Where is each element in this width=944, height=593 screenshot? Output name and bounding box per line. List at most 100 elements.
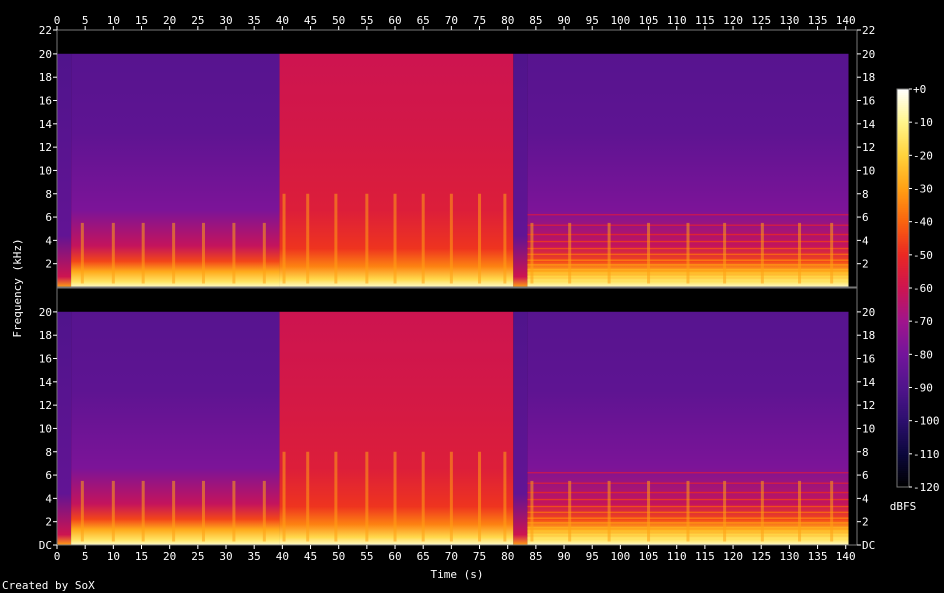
x-tick-bottom-label: 110	[667, 550, 687, 563]
y-tick-top-label-right: 20	[862, 48, 875, 61]
y-tick-bottom-label-left: 18	[39, 329, 52, 342]
channel-2-onset-4	[201, 480, 205, 542]
channel-2-onset-1	[111, 480, 115, 542]
x-tick-bottom-label: 130	[779, 550, 799, 563]
x-tick-top-label: 110	[667, 14, 687, 27]
y-tick-top-label-left: 18	[39, 71, 52, 84]
channel-1-onset-9	[334, 193, 338, 284]
x-tick-bottom-label: 20	[163, 550, 176, 563]
y-tick-bottom-label-left: DC	[39, 539, 52, 552]
channel-1-onset-17	[568, 222, 572, 284]
x-tick-bottom-label: 15	[135, 550, 148, 563]
x-tick-top-label: 100	[610, 14, 630, 27]
y-tick-top-label-right: 16	[862, 95, 875, 108]
channel-1-onset-15	[503, 193, 507, 284]
y-tick-top-label-right: 12	[862, 141, 875, 154]
channel-2-segment-1	[71, 288, 280, 545]
channel-2-segment-0	[57, 288, 72, 545]
x-tick-top-label: 10	[107, 14, 120, 27]
x-tick-top-label: 40	[276, 14, 289, 27]
colorbar-tick-label: -30	[913, 183, 933, 196]
x-tick-bottom-label: 45	[304, 550, 317, 563]
y-tick-bottom-label-right: 6	[862, 469, 869, 482]
x-tick-bottom-label: 80	[501, 550, 514, 563]
x-tick-bottom-label: 55	[360, 550, 373, 563]
x-tick-top-label: 95	[586, 14, 599, 27]
x-tick-bottom-label: 50	[332, 550, 345, 563]
y-tick-bottom-label-left: 16	[39, 353, 52, 366]
x-tick-top-label: 85	[529, 14, 542, 27]
channel-2-onset-20	[686, 480, 690, 542]
y-tick-bottom-label-right: 12	[862, 399, 875, 412]
x-tick-bottom-label: 0	[54, 550, 61, 563]
x-tick-bottom-label: 140	[836, 550, 856, 563]
y-tick-top-label-right: 18	[862, 71, 875, 84]
y-tick-top-label-left: 8	[45, 188, 52, 201]
channel-1-onset-1	[111, 222, 115, 284]
channel-1-segment-3	[513, 30, 528, 287]
x-tick-bottom-label: 115	[695, 550, 715, 563]
channel-1-onset-4	[201, 222, 205, 284]
channel-1-harmonic-11	[527, 214, 849, 216]
channel-2-onset-16	[530, 480, 534, 542]
channel-1-onset-21	[723, 222, 727, 284]
x-tick-top-label: 55	[360, 14, 373, 27]
channel-1-onset-19	[647, 222, 651, 284]
channel-2-onset-12	[421, 451, 425, 542]
y-tick-top-label-right: 22	[862, 24, 875, 37]
x-tick-bottom-label: 35	[248, 550, 261, 563]
x-tick-top-label: 135	[808, 14, 828, 27]
x-tick-top-label: 50	[332, 14, 345, 27]
channel-2-onset-5	[232, 480, 236, 542]
channel-2-onset-14	[478, 451, 482, 542]
channel-2-onset-19	[647, 480, 651, 542]
channel-1-onset-20	[686, 222, 690, 284]
y-tick-top-label-right: 6	[862, 211, 869, 224]
x-tick-top-label: 65	[417, 14, 430, 27]
x-tick-bottom-label: 40	[276, 550, 289, 563]
x-tick-top-label: 120	[723, 14, 743, 27]
y-tick-bottom-label-right: 20	[862, 306, 875, 319]
channel-1-onset-0	[80, 222, 84, 284]
x-tick-top-label: 5	[82, 14, 89, 27]
y-tick-bottom-label-right: 4	[862, 492, 869, 505]
channel-1-onset-13	[449, 193, 453, 284]
x-tick-top-label: 90	[557, 14, 570, 27]
channel-1-onset-12	[421, 193, 425, 284]
x-tick-top-label: 35	[248, 14, 261, 27]
y-tick-bottom-label-left: 14	[39, 376, 53, 389]
x-tick-top-label: 15	[135, 14, 148, 27]
x-tick-top-label: 115	[695, 14, 715, 27]
channel-1-onset-24	[830, 222, 834, 284]
channel-1-onset-7	[282, 193, 286, 284]
channel-2-onset-10	[365, 451, 369, 542]
channel-2-onset-22	[760, 480, 764, 542]
y-tick-top-label-left: 22	[39, 24, 52, 37]
y-tick-bottom-label-left: 2	[45, 516, 52, 529]
channel-2-segment-5	[848, 288, 857, 545]
y-tick-bottom-label-right: 14	[862, 376, 876, 389]
channel-2-onset-3	[172, 480, 176, 542]
y-tick-top-label-right: 4	[862, 234, 869, 247]
colorbar-tick-label: -90	[913, 382, 933, 395]
colorbar-tick-label: -60	[913, 282, 933, 295]
y-tick-top-label-right: 2	[862, 258, 869, 271]
x-tick-top-label: 20	[163, 14, 176, 27]
x-tick-bottom-label: 120	[723, 550, 743, 563]
y-tick-bottom-label-left: 10	[39, 422, 52, 435]
x-tick-bottom-label: 70	[445, 550, 458, 563]
x-tick-top-label: 130	[779, 14, 799, 27]
x-tick-top-label: 0	[54, 14, 61, 27]
channel-1-onset-2	[141, 222, 145, 284]
channel-1-onset-23	[798, 222, 802, 284]
y-axis-label: Frequency (kHz)	[11, 238, 24, 337]
channel-1-onset-8	[306, 193, 310, 284]
y-tick-top-label-left: 14	[39, 118, 53, 131]
y-tick-top-label-left: 12	[39, 141, 52, 154]
colorbar-tick-label: -80	[913, 348, 933, 361]
y-tick-bottom-label-right: 2	[862, 516, 869, 529]
x-tick-top-label: 60	[388, 14, 401, 27]
y-tick-bottom-label-right: 18	[862, 329, 875, 342]
colorbar-tick-label: -120	[913, 481, 940, 494]
credit-text: Created by SoX	[2, 579, 95, 592]
